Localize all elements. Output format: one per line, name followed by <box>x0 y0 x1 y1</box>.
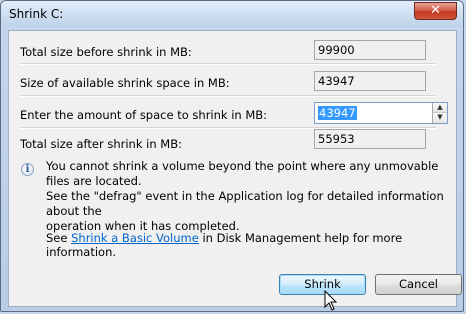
info-line: You cannot shrink a volume beyond the po… <box>46 159 439 188</box>
total-before-value: 99900 <box>314 40 426 60</box>
info-message: You cannot shrink a volume beyond the po… <box>46 159 446 234</box>
help-prefix: See <box>46 231 72 245</box>
total-before-label: Total size before shrink in MB: <box>20 45 192 59</box>
info-line: See the "defrag" event in the Applicatio… <box>46 189 444 218</box>
shrink-dialog: Shrink C: ✕ Total size before shrink in … <box>0 0 464 312</box>
cancel-button[interactable]: Cancel <box>375 274 462 295</box>
spin-down-icon[interactable]: ▼ <box>433 113 447 123</box>
spin-up-icon[interactable]: ▲ <box>433 103 447 113</box>
amount-label: Enter the amount of space to shrink in M… <box>20 108 268 122</box>
shrink-button[interactable]: Shrink <box>279 274 366 295</box>
close-icon: ✕ <box>430 3 441 18</box>
available-label: Size of available shrink space in MB: <box>20 76 230 90</box>
title-bar[interactable]: Shrink C: ✕ <box>1 1 463 27</box>
total-after-label: Total size after shrink in MB: <box>20 137 182 151</box>
amount-input[interactable]: 43947 <box>318 106 357 120</box>
total-after-value: 55953 <box>314 129 426 149</box>
help-link[interactable]: Shrink a Basic Volume <box>71 231 199 245</box>
info-icon: i <box>21 163 34 176</box>
help-text: See Shrink a Basic Volume in Disk Manage… <box>46 231 456 259</box>
amount-spinbox[interactable]: 43947 ▲ ▼ <box>314 102 448 124</box>
dialog-body: Total size before shrink in MB: 99900 Si… <box>8 30 462 311</box>
available-value: 43947 <box>314 71 426 91</box>
divider <box>20 95 436 97</box>
spin-buttons: ▲ ▼ <box>432 103 447 123</box>
close-button[interactable]: ✕ <box>414 2 457 20</box>
divider <box>20 63 436 65</box>
mouse-cursor-icon <box>324 290 338 311</box>
window-title: Shrink C: <box>9 7 64 21</box>
